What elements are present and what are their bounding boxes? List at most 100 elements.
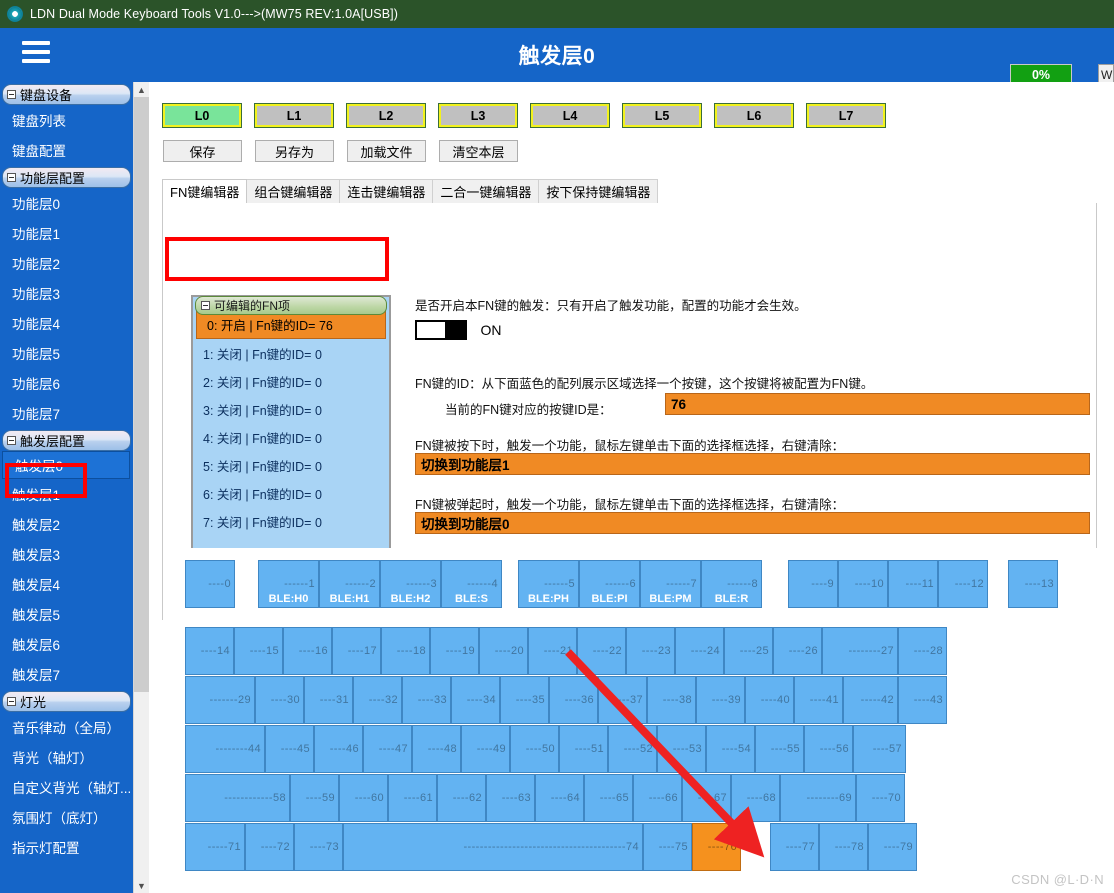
file-button-3[interactable]: 清空本层 [439, 140, 518, 162]
keyboard-key-42[interactable]: -----42 [843, 676, 898, 724]
sidebar-item-1-3[interactable]: 功能层3 [0, 278, 133, 308]
sidebar-item-1-4[interactable]: 功能层4 [0, 308, 133, 338]
keyboard-key-29[interactable]: -------29 [185, 676, 255, 724]
keyboard-key-7[interactable]: ------7 BLE:PM [640, 560, 701, 608]
sidebar-item-3-0[interactable]: 音乐律动（全局） [0, 712, 133, 742]
keyboard-key-8[interactable]: ------8 BLE:R [701, 560, 762, 608]
keyboard-key-32[interactable]: ----32 [353, 676, 402, 724]
keyboard-key-35[interactable]: ----35 [500, 676, 549, 724]
keyboard-key-51[interactable]: ----51 [559, 725, 608, 773]
keyboard-key-55[interactable]: ----55 [755, 725, 804, 773]
keyboard-key-69[interactable]: --------69 [780, 774, 856, 822]
keyboard-key-57[interactable]: ----57 [853, 725, 906, 773]
keyboard-key-3[interactable]: ------3 BLE:H2 [380, 560, 441, 608]
keyboard-key-63[interactable]: ----63 [486, 774, 535, 822]
layer-button-l1[interactable]: L1 [254, 103, 334, 128]
sidebar-item-2-2[interactable]: 触发层2 [0, 509, 133, 539]
keyboard-key-79[interactable]: ----79 [868, 823, 917, 871]
layer-button-l6[interactable]: L6 [714, 103, 794, 128]
scroll-down-icon[interactable]: ▼ [134, 878, 149, 893]
keyboard-key-50[interactable]: ----50 [510, 725, 559, 773]
keyboard-key-11[interactable]: ----11 [888, 560, 938, 608]
release-action-field[interactable]: 切换到功能层0 [415, 512, 1090, 534]
scrollbar-thumb[interactable] [134, 97, 149, 692]
fn-list-item-2[interactable]: 2: 关闭 | Fn键的ID= 0 [193, 367, 389, 395]
keyboard-key-6[interactable]: ------6 BLE:PI [579, 560, 640, 608]
layer-button-l3[interactable]: L3 [438, 103, 518, 128]
keyboard-key-38[interactable]: ----38 [647, 676, 696, 724]
sidebar-group-1[interactable]: 功能层配置 [2, 167, 131, 188]
collapse-icon[interactable] [201, 301, 210, 310]
keyboard-key-70[interactable]: ----70 [856, 774, 905, 822]
keyboard-key-0[interactable]: ----0 [185, 560, 235, 608]
keyboard-key-30[interactable]: ----30 [255, 676, 304, 724]
tab-2[interactable]: 连击键编辑器 [339, 179, 434, 203]
keyboard-key-46[interactable]: ----46 [314, 725, 363, 773]
keyboard-key-73[interactable]: ----73 [294, 823, 343, 871]
keyboard-key-23[interactable]: ----23 [626, 627, 675, 675]
sidebar-item-1-7[interactable]: 功能层7 [0, 398, 133, 428]
tab-3[interactable]: 二合一键编辑器 [432, 179, 540, 203]
tab-4[interactable]: 按下保持键编辑器 [538, 179, 659, 203]
keyboard-key-71[interactable]: -----71 [185, 823, 245, 871]
sidebar-item-3-2[interactable]: 自定义背光（轴灯... [0, 772, 133, 802]
sidebar-item-1-0[interactable]: 功能层0 [0, 188, 133, 218]
fn-list-item-5[interactable]: 5: 关闭 | Fn键的ID= 0 [193, 451, 389, 479]
keyboard-key-49[interactable]: ----49 [461, 725, 510, 773]
layer-button-l7[interactable]: L7 [806, 103, 886, 128]
keyboard-key-10[interactable]: ----10 [838, 560, 888, 608]
keyboard-key-67[interactable]: ----67 [682, 774, 731, 822]
keyboard-key-12[interactable]: ----12 [938, 560, 988, 608]
tab-1[interactable]: 组合键编辑器 [246, 179, 341, 203]
sidebar-item-1-2[interactable]: 功能层2 [0, 248, 133, 278]
sidebar-item-2-3[interactable]: 触发层3 [0, 539, 133, 569]
sidebar-item-2-6[interactable]: 触发层6 [0, 629, 133, 659]
enable-toggle[interactable] [415, 320, 467, 340]
sidebar-item-2-7[interactable]: 触发层7 [0, 659, 133, 689]
sidebar-item-3-4[interactable]: 指示灯配置 [0, 832, 133, 862]
sidebar-item-0-1[interactable]: 键盘配置 [0, 135, 133, 165]
layer-button-l0[interactable]: L0 [162, 103, 242, 128]
keyboard-key-60[interactable]: ----60 [339, 774, 388, 822]
keyboard-key-18[interactable]: ----18 [381, 627, 430, 675]
keyboard-key-78[interactable]: ----78 [819, 823, 868, 871]
scroll-up-icon[interactable]: ▲ [134, 82, 149, 97]
keyboard-key-76[interactable]: ----76 [692, 823, 741, 871]
keyboard-key-2[interactable]: ------2 BLE:H1 [319, 560, 380, 608]
tab-0[interactable]: FN键编辑器 [162, 179, 248, 203]
collapse-icon[interactable] [7, 697, 16, 706]
keyboard-key-64[interactable]: ----64 [535, 774, 584, 822]
keyboard-key-61[interactable]: ----61 [388, 774, 437, 822]
keyboard-key-43[interactable]: ----43 [898, 676, 947, 724]
keyboard-key-5[interactable]: ------5 BLE:PH [518, 560, 579, 608]
keyboard-key-62[interactable]: ----62 [437, 774, 486, 822]
keyboard-key-27[interactable]: --------27 [822, 627, 898, 675]
keyboard-key-44[interactable]: --------44 [185, 725, 265, 773]
sidebar-item-2-5[interactable]: 触发层5 [0, 599, 133, 629]
keyboard-key-4[interactable]: ------4 BLE:S [441, 560, 502, 608]
keyboard-key-16[interactable]: ----16 [283, 627, 332, 675]
keyboard-key-31[interactable]: ----31 [304, 676, 353, 724]
fn-list-item-4[interactable]: 4: 关闭 | Fn键的ID= 0 [193, 423, 389, 451]
keyboard-key-1[interactable]: ------1 BLE:H0 [258, 560, 319, 608]
keyboard-key-37[interactable]: ----37 [598, 676, 647, 724]
layer-button-l4[interactable]: L4 [530, 103, 610, 128]
keyboard-key-68[interactable]: ----68 [731, 774, 780, 822]
collapse-icon[interactable] [7, 436, 16, 445]
keyboard-key-45[interactable]: ----45 [265, 725, 314, 773]
file-button-0[interactable]: 保存 [163, 140, 242, 162]
layer-button-l5[interactable]: L5 [622, 103, 702, 128]
sidebar-item-3-1[interactable]: 背光（轴灯） [0, 742, 133, 772]
keyboard-key-17[interactable]: ----17 [332, 627, 381, 675]
sidebar-item-1-6[interactable]: 功能层6 [0, 368, 133, 398]
fn-id-value[interactable]: 76 [665, 393, 1090, 415]
keyboard-key-9[interactable]: ----9 [788, 560, 838, 608]
keyboard-key-52[interactable]: ----52 [608, 725, 657, 773]
fn-list-item-6[interactable]: 6: 关闭 | Fn键的ID= 0 [193, 479, 389, 507]
keyboard-key-58[interactable]: ------------58 [185, 774, 290, 822]
file-button-1[interactable]: 另存为 [255, 140, 334, 162]
keyboard-key-13[interactable]: ----13 [1008, 560, 1058, 608]
collapse-icon[interactable] [7, 173, 16, 182]
keyboard-key-72[interactable]: ----72 [245, 823, 294, 871]
keyboard-key-74[interactable]: ----------------------------------------… [343, 823, 643, 871]
